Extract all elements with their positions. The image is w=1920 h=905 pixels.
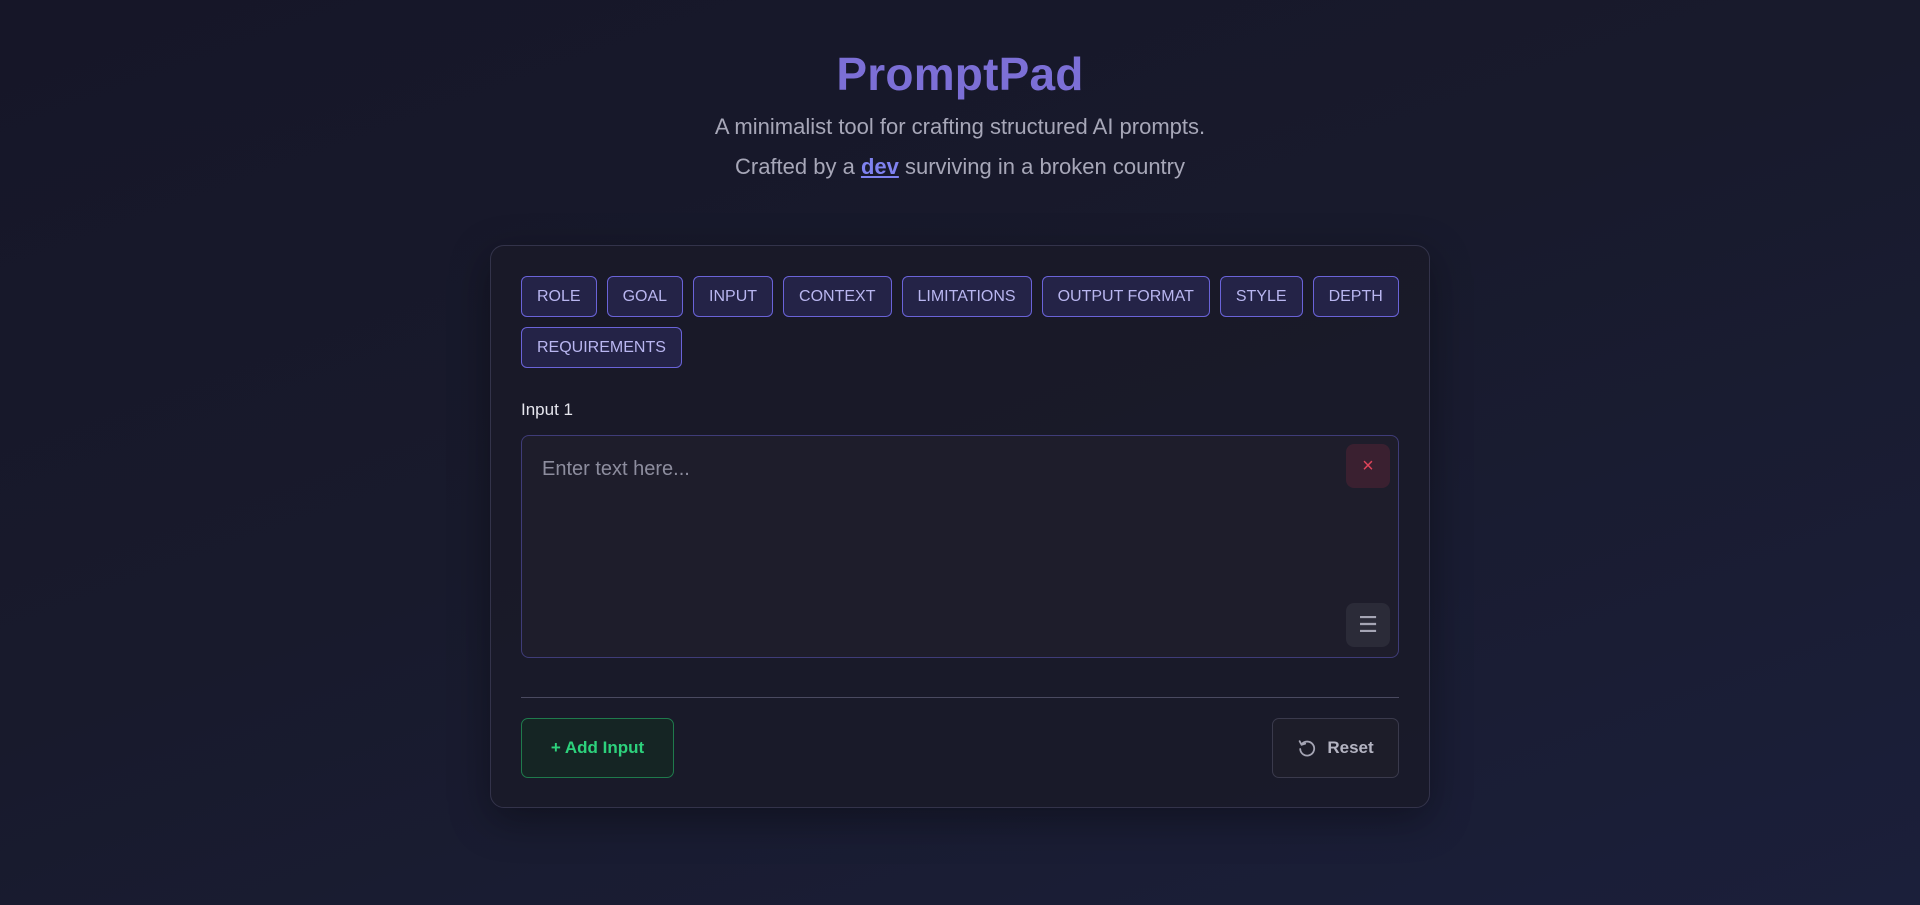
add-input-button[interactable]: + Add Input [521, 718, 674, 778]
prompt-textarea[interactable] [542, 458, 1322, 638]
divider [521, 697, 1399, 698]
close-icon: × [1362, 455, 1374, 477]
input-label: Input 1 [521, 400, 573, 419]
credit-prefix: Crafted by a [734, 154, 861, 179]
app-subtitle: A minimalist tool for crafting structure… [714, 114, 1206, 139]
credit-suffix: surviving in a broken country [898, 154, 1185, 179]
dev-link[interactable]: dev [861, 154, 899, 179]
tag-role[interactable]: ROLE [521, 276, 597, 317]
tag-output-format[interactable]: OUTPUT FORMAT [1041, 276, 1210, 317]
tag-goal[interactable]: GOAL [606, 276, 684, 317]
tag-context[interactable]: CONTEXT [783, 276, 892, 317]
reset-button[interactable]: Reset [1272, 718, 1399, 778]
remove-input-button[interactable]: × [1346, 444, 1390, 488]
input-box: × ☰ [521, 435, 1399, 658]
reset-icon [1297, 738, 1317, 758]
tag-limitations[interactable]: LIMITATIONS [901, 276, 1032, 317]
reset-label: Reset [1327, 738, 1374, 757]
prompt-card: ROLE GOAL INPUT CONTEXT LIMITATIONS OUTP… [490, 245, 1430, 808]
page-header: PromptPad A minimalist tool for crafting… [0, 44, 1920, 182]
credit-line: Crafted by a dev surviving in a broken c… [0, 152, 1920, 182]
app-title: PromptPad [836, 48, 1084, 100]
input-menu-button[interactable]: ☰ [1346, 603, 1390, 647]
tag-requirements[interactable]: REQUIREMENTS [521, 327, 682, 368]
tag-depth[interactable]: DEPTH [1312, 276, 1399, 317]
tag-input[interactable]: INPUT [693, 276, 774, 317]
section-tags: ROLE GOAL INPUT CONTEXT LIMITATIONS OUTP… [521, 276, 1401, 368]
menu-icon: ☰ [1358, 612, 1378, 637]
tag-style[interactable]: STYLE [1219, 276, 1303, 317]
